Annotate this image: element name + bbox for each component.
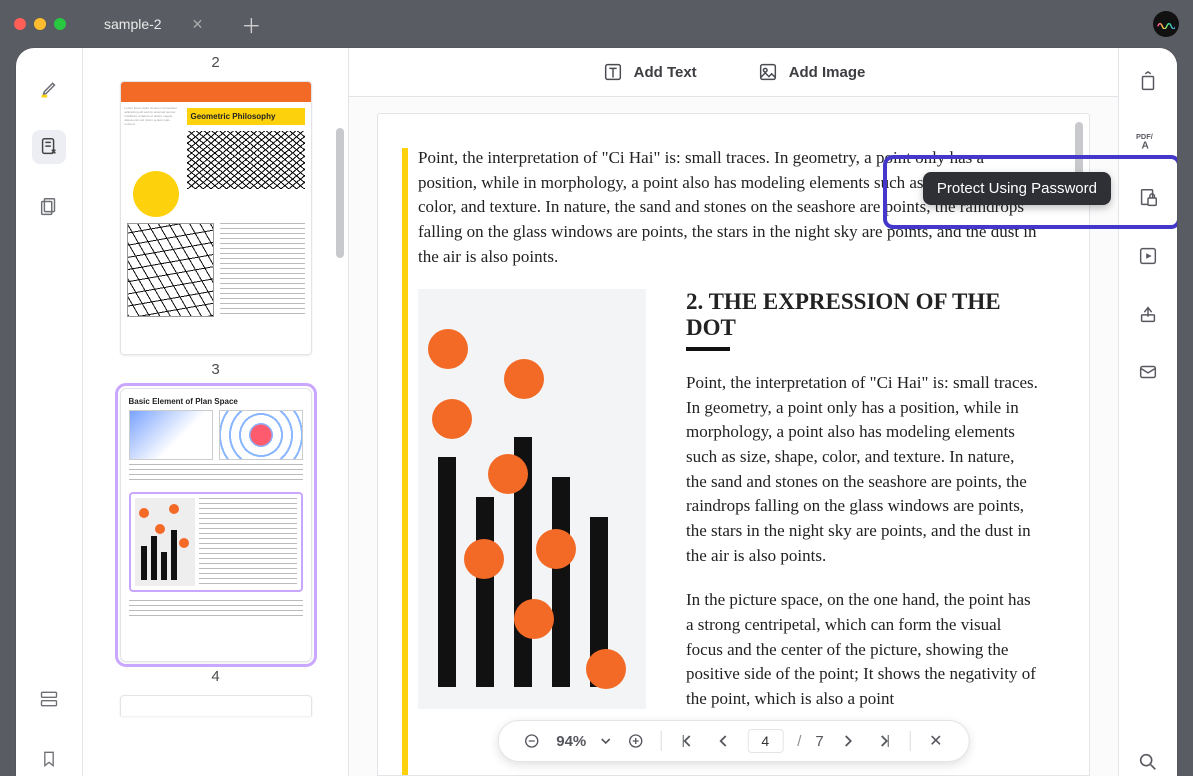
section-heading: 2. THE EXPRESSION OF THE DOT	[686, 289, 1039, 341]
window-traffic-lights[interactable]	[14, 18, 66, 30]
page-total: 7	[815, 733, 823, 750]
app-window: 2 Lorem ipsum dolor sit amet consectetur…	[16, 48, 1177, 776]
share-icon[interactable]	[1134, 300, 1162, 328]
close-tab-icon[interactable]: ✕	[192, 16, 204, 33]
add-image-button[interactable]: Add Image	[757, 61, 866, 83]
zoom-dropdown-icon[interactable]	[600, 736, 610, 746]
last-page-button[interactable]	[874, 730, 896, 752]
right-tool-rail: PDF/A	[1118, 48, 1177, 776]
next-page-button[interactable]	[838, 730, 860, 752]
heading-rule	[686, 347, 730, 351]
highlighter-tool-icon[interactable]	[32, 70, 66, 104]
add-image-label: Add Image	[789, 64, 866, 81]
slideshow-icon[interactable]	[1134, 242, 1162, 270]
tooltip: Protect Using Password	[923, 172, 1111, 205]
pdfa-icon[interactable]: PDF/A	[1134, 126, 1162, 154]
zoom-level[interactable]: 94%	[556, 733, 586, 750]
close-window-icon[interactable]	[14, 18, 26, 30]
window-titlebar: sample-2 ✕ ＋	[0, 0, 1193, 48]
rotate-icon[interactable]	[1134, 68, 1162, 96]
add-text-label: Add Text	[634, 64, 697, 81]
page-thumbnail-2[interactable]: Lorem ipsum dolor sit amet consectetur a…	[120, 81, 312, 355]
body-paragraph: Point, the interpretation of "Ci Hai" is…	[418, 146, 1039, 269]
thumbnail-scrollbar[interactable]	[336, 128, 344, 258]
thumb2-heading: Geometric Philosophy	[187, 108, 305, 125]
thumb3-heading: Basic Element of Plan Space	[129, 397, 303, 406]
page-number-input[interactable]	[747, 729, 783, 753]
thumb-page-number: 3	[83, 361, 348, 378]
left-tool-rail	[16, 48, 83, 776]
page-accent-bar	[402, 148, 408, 775]
page-thumbnail-3[interactable]: Basic Element of Plan Space	[120, 388, 312, 662]
document-tab[interactable]: sample-2 ✕	[86, 5, 221, 43]
zoom-out-button[interactable]	[520, 730, 542, 752]
zoom-in-button[interactable]	[624, 730, 646, 752]
minimize-window-icon[interactable]	[34, 18, 46, 30]
center-panel: Add Text Add Image Point, the interpreta…	[349, 48, 1118, 776]
new-tab-button[interactable]: ＋	[241, 10, 261, 39]
body-paragraph: In the picture space, on the one hand, t…	[686, 588, 1039, 711]
image-icon	[757, 61, 779, 83]
text-icon	[602, 61, 624, 83]
tooltip-text: Protect Using Password	[937, 180, 1097, 197]
svg-text:A: A	[1142, 140, 1150, 151]
mail-icon[interactable]	[1134, 358, 1162, 386]
pager-close-button[interactable]: ✕	[925, 730, 947, 752]
page-separator: /	[797, 733, 801, 750]
thumbnail-panel: 2 Lorem ipsum dolor sit amet consectetur…	[83, 48, 349, 776]
thumb-page-number: 4	[83, 668, 348, 685]
pages-tool-icon[interactable]	[32, 190, 66, 224]
fullscreen-window-icon[interactable]	[54, 18, 66, 30]
search-icon[interactable]	[1134, 748, 1162, 776]
prev-page-button[interactable]	[711, 730, 733, 752]
dot-illustration	[418, 289, 646, 709]
edit-toolbar: Add Text Add Image	[349, 48, 1118, 97]
add-text-button[interactable]: Add Text	[602, 61, 697, 83]
form-fields-icon[interactable]	[32, 682, 66, 716]
page-scrollbar[interactable]	[1075, 122, 1083, 178]
thumb-page-number: 2	[83, 54, 348, 71]
page-thumbnail-4[interactable]	[120, 695, 312, 716]
page-navigation-bar: 94% / 7 ✕	[497, 720, 970, 762]
app-brand-icon	[1153, 11, 1179, 37]
protect-password-icon[interactable]	[1134, 184, 1162, 212]
document-tab-label: sample-2	[104, 16, 162, 32]
body-paragraph: Point, the interpretation of "Ci Hai" is…	[686, 371, 1039, 568]
bookmark-icon[interactable]	[32, 742, 66, 776]
page-sheet: Point, the interpretation of "Ci Hai" is…	[377, 113, 1090, 776]
first-page-button[interactable]	[675, 730, 697, 752]
annotate-tool-icon[interactable]	[32, 130, 66, 164]
